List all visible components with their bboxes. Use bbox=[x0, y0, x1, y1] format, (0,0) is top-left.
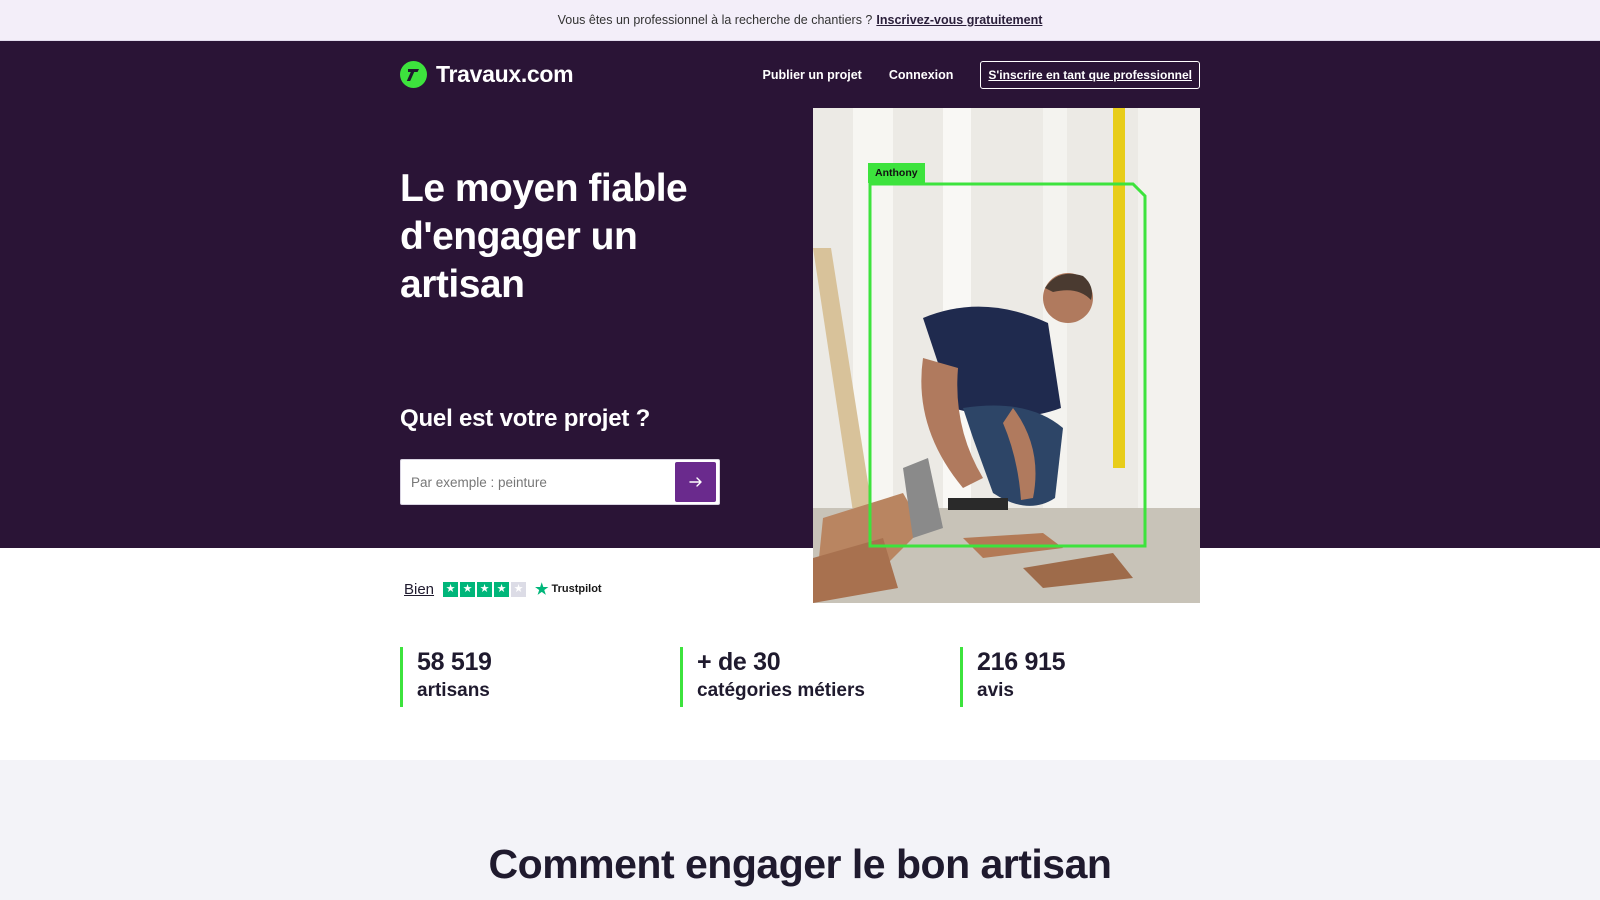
project-search bbox=[400, 459, 720, 505]
trustpilot-rating[interactable]: Bien ★ ★ ★ ★ ★ ★ Trustpilot bbox=[404, 580, 602, 599]
star-icon: ★ bbox=[494, 581, 510, 597]
main-nav: Publier un projet Connexion S'inscrire e… bbox=[763, 61, 1200, 89]
logo-icon bbox=[400, 61, 427, 88]
hero-title: Le moyen fiable d'engager un artisan bbox=[400, 167, 688, 306]
nav-login[interactable]: Connexion bbox=[889, 68, 954, 82]
project-question: Quel est votre projet ? bbox=[400, 405, 651, 432]
trustpilot-name: Trustpilot bbox=[551, 583, 602, 595]
nav-pro-signup-button[interactable]: S'inscrire en tant que professionnel bbox=[980, 61, 1200, 89]
stat-label: artisans bbox=[417, 680, 490, 701]
stat-value: 216 915 bbox=[977, 648, 1066, 676]
star-icon: ★ bbox=[477, 581, 493, 597]
trustpilot-star-icon: ★ bbox=[535, 581, 549, 598]
star-icon: ★ bbox=[460, 581, 476, 597]
stat-artisans: 58 519 artisans bbox=[400, 647, 492, 707]
promo-bar: Vous êtes un professionnel à la recherch… bbox=[0, 0, 1600, 41]
stat-label: catégories métiers bbox=[697, 680, 865, 701]
logo-text: Travaux.com bbox=[436, 61, 574, 87]
nav-publish-project[interactable]: Publier un projet bbox=[763, 68, 862, 82]
trustpilot-logo: ★ Trustpilot bbox=[535, 580, 602, 598]
stat-value: + de 30 bbox=[697, 648, 781, 676]
promo-text: Vous êtes un professionnel à la recherch… bbox=[557, 13, 873, 27]
hero-section bbox=[0, 41, 1600, 548]
profile-frame bbox=[868, 182, 1147, 548]
star-icon: ★ bbox=[511, 581, 527, 597]
project-search-input[interactable] bbox=[401, 460, 675, 504]
arrow-right-icon bbox=[688, 477, 702, 487]
stat-label: avis bbox=[977, 680, 1014, 701]
stat-value: 58 519 bbox=[417, 648, 492, 676]
stat-reviews: 216 915 avis bbox=[960, 647, 1066, 707]
how-section-title: Comment engager le bon artisan bbox=[488, 841, 1112, 887]
promo-signup-link[interactable]: Inscrivez-vous gratuitement bbox=[876, 13, 1042, 27]
rating-stars: ★ ★ ★ ★ ★ bbox=[443, 581, 527, 597]
hero-photo: Anthony bbox=[813, 108, 1200, 603]
stat-categories: + de 30 catégories métiers bbox=[680, 647, 865, 707]
star-icon: ★ bbox=[443, 581, 459, 597]
site-logo[interactable]: Travaux.com bbox=[400, 61, 574, 88]
rating-label[interactable]: Bien bbox=[404, 581, 434, 598]
craftsman-name-tag: Anthony bbox=[868, 163, 925, 183]
search-submit-button[interactable] bbox=[675, 462, 716, 502]
stats-row: 58 519 artisans + de 30 catégories métie… bbox=[400, 647, 1200, 707]
